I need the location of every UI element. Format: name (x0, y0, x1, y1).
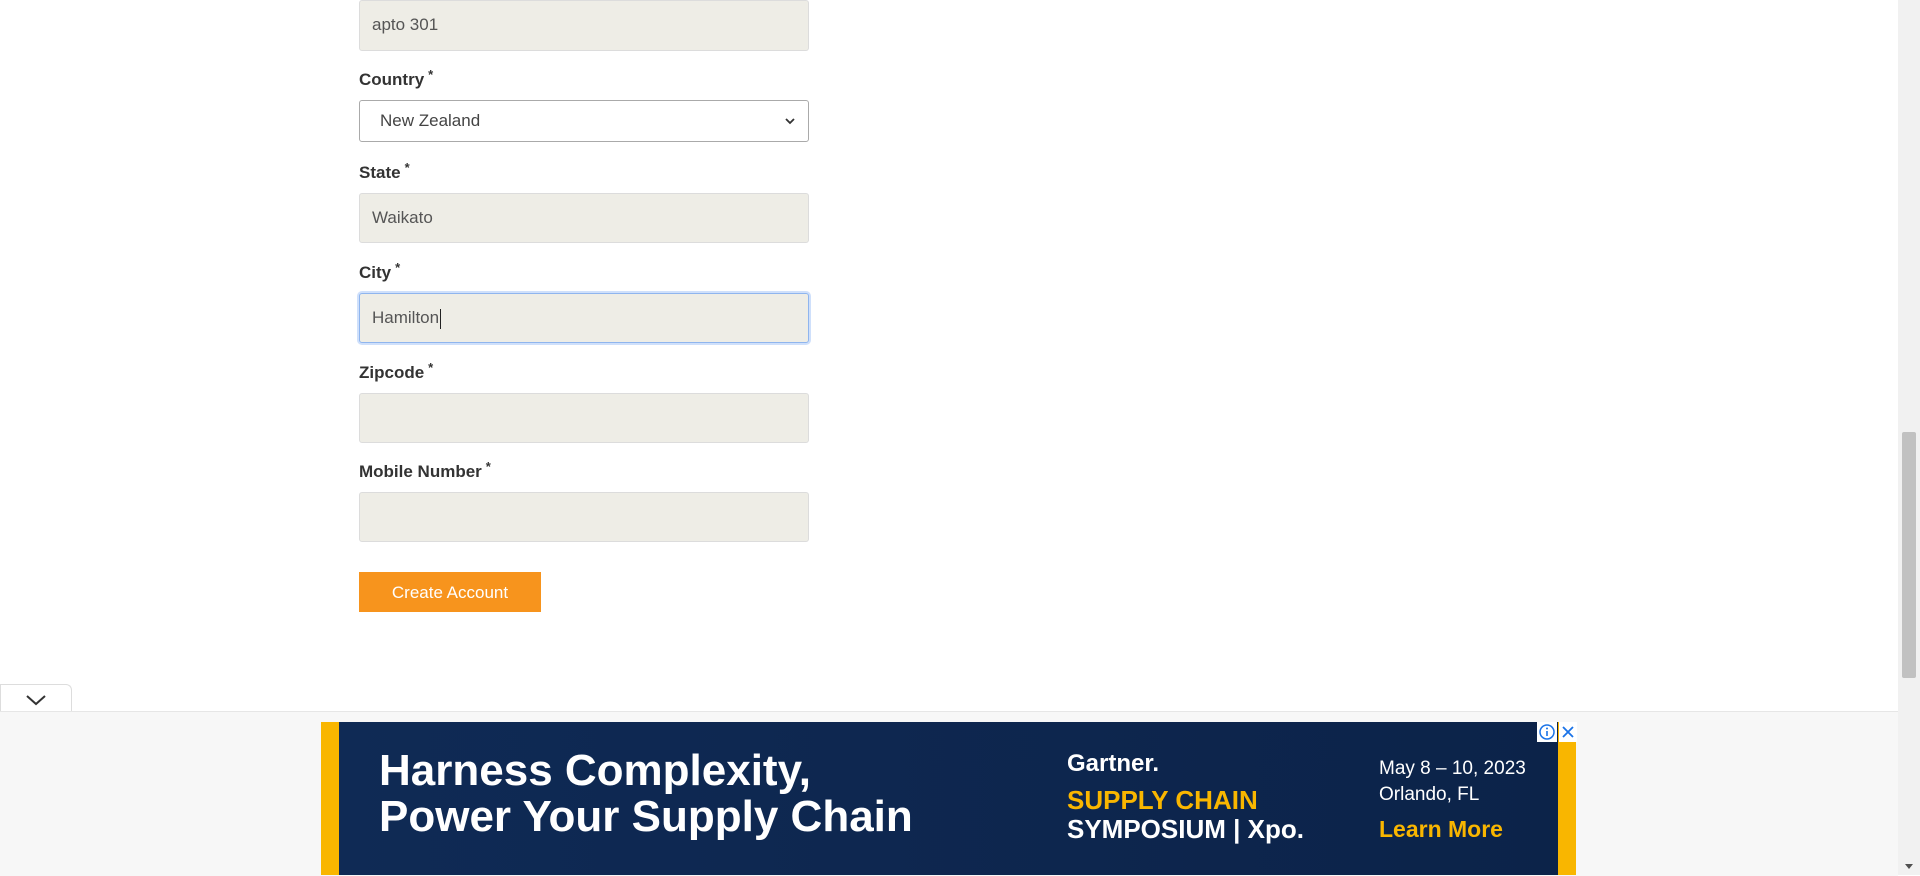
ad-symposium-line1: SUPPLY CHAIN (1067, 785, 1258, 815)
text-caret (440, 308, 442, 329)
country-label-text: Country (359, 70, 425, 89)
page-scrollbar[interactable] (1898, 0, 1920, 875)
country-field-group: Country * New Zealand (359, 67, 809, 142)
ad-date: May 8 – 10, 2023 (1379, 758, 1526, 779)
mobile-label-text: Mobile Number (359, 462, 482, 481)
ad-collapse-toggle[interactable] (0, 684, 72, 712)
country-label: Country * (359, 67, 809, 90)
chevron-down-icon (785, 118, 795, 125)
required-mark: * (428, 360, 434, 375)
zipcode-field-group: Zipcode * (359, 360, 809, 443)
city-input[interactable]: Hamilton (359, 293, 809, 343)
ad-brand-logo: Gartner. (1067, 750, 1160, 777)
required-mark: * (428, 67, 434, 82)
country-selected-value: New Zealand (380, 111, 481, 130)
city-label-text: City (359, 263, 392, 282)
ad-symposium-line2: SYMPOSIUM | Xpo. (1067, 814, 1304, 844)
ad-headline-line1: Harness Complexity, (379, 746, 812, 795)
create-account-button[interactable]: Create Account (359, 572, 541, 612)
city-label: City * (359, 260, 809, 283)
mobile-field-group: Mobile Number * (359, 459, 809, 542)
state-field-group: State * Waikato (359, 160, 809, 243)
ad-headline: Harness Complexity, Power Your Supply Ch… (379, 748, 913, 840)
scroll-down-arrow-icon[interactable] (1904, 863, 1914, 871)
city-field-group: City * Hamilton (359, 260, 809, 343)
country-select[interactable]: New Zealand (359, 100, 809, 142)
zipcode-input[interactable] (359, 393, 809, 443)
state-value: Waikato (372, 208, 433, 227)
chevron-down-icon (26, 695, 46, 706)
address2-field-group: apto 301 (359, 0, 809, 51)
state-input[interactable]: Waikato (359, 193, 809, 243)
address2-value: apto 301 (372, 15, 439, 34)
mobile-label: Mobile Number * (359, 459, 809, 482)
required-mark: * (485, 459, 491, 474)
scrollbar-thumb[interactable] (1902, 432, 1916, 678)
ad-banner[interactable]: Harness Complexity, Power Your Supply Ch… (321, 722, 1576, 875)
city-value: Hamilton (372, 308, 440, 327)
mobile-number-input[interactable] (359, 492, 809, 542)
ad-location: Orlando, FL (1379, 784, 1480, 805)
state-label-text: State (359, 163, 401, 182)
state-label: State * (359, 160, 809, 183)
zipcode-label-text: Zipcode (359, 363, 425, 382)
required-mark: * (404, 160, 410, 175)
zipcode-label: Zipcode * (359, 360, 809, 383)
ad-headline-line2: Power Your Supply Chain (379, 792, 913, 841)
ad-learn-more-link[interactable]: Learn More (1379, 816, 1503, 843)
info-icon[interactable] (1537, 722, 1557, 742)
required-mark: * (395, 260, 401, 275)
address2-input[interactable]: apto 301 (359, 0, 809, 51)
close-icon[interactable] (1559, 722, 1577, 742)
